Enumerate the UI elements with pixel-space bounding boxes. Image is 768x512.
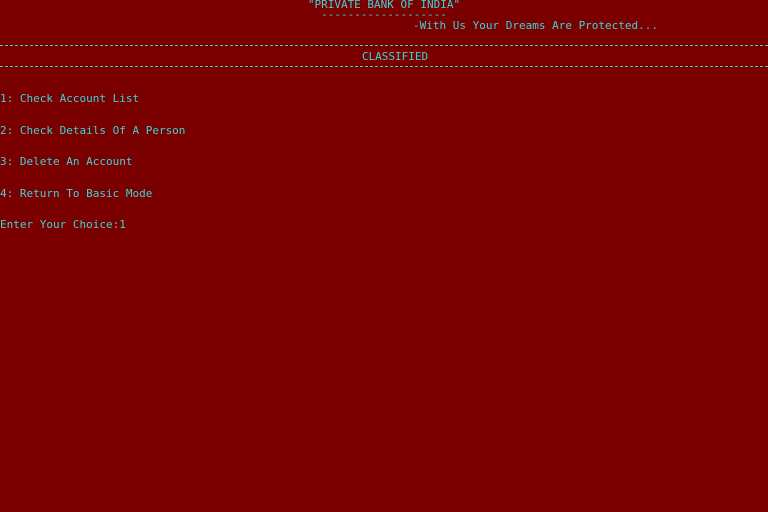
choice-input[interactable]: 1 — [119, 218, 126, 231]
menu-list: 1: Check Account List 2: Check Details O… — [0, 73, 185, 252]
choice-prompt-label: Enter Your Choice: — [0, 218, 120, 231]
menu-item-return-basic-mode: 4: Return To Basic Mode — [0, 186, 153, 200]
console-window: "PRIVATE BANK OF INDIA" ----------------… — [0, 0, 768, 512]
choice-prompt: Enter Your Choice:1 — [0, 218, 185, 231]
section-title: CLASSIFIED — [361, 50, 429, 63]
menu-item-check-account-list: 1: Check Account List — [0, 92, 140, 105]
divider-bottom — [0, 66, 768, 67]
divider-top — [0, 45, 768, 46]
tagline: -With Us Your Dreams Are Protected... — [413, 19, 659, 32]
menu-item-delete-account: 3: Delete An Account — [0, 155, 133, 168]
menu-item-check-details: 2: Check Details Of A Person — [0, 123, 186, 137]
